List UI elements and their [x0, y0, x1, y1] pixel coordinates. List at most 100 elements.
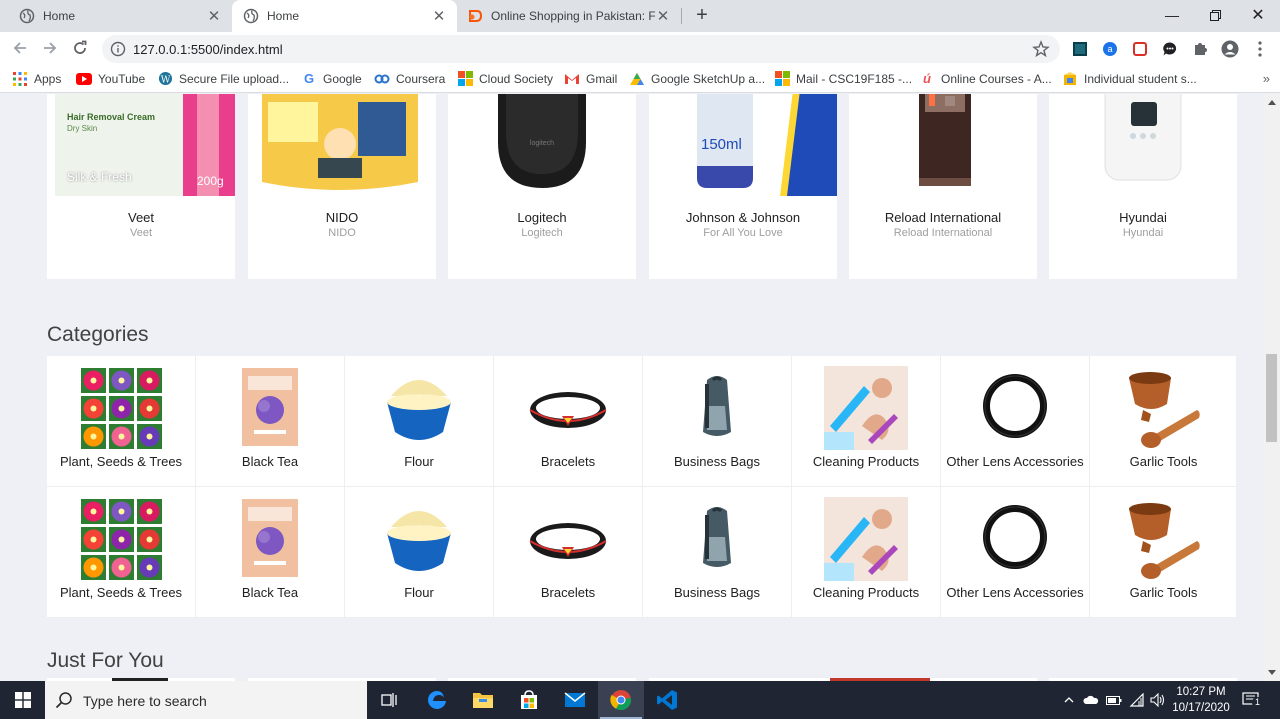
extension-a-icon[interactable]: a: [1101, 40, 1119, 58]
bookmarks-bar: Apps YouTube W Secure File upload... G G…: [0, 65, 1280, 93]
extensions-puzzle-icon[interactable]: [1191, 40, 1209, 58]
bookmark-mail-csc[interactable]: Mail - CSC19F185 -...: [774, 65, 912, 92]
onedrive-cloud-icon[interactable]: [1081, 681, 1101, 719]
bookmark-online-courses[interactable]: ú Online Courses - A...: [919, 65, 1052, 92]
profile-avatar-icon[interactable]: [1221, 40, 1239, 58]
wifi-icon[interactable]: [1127, 681, 1147, 719]
windows-start-icon[interactable]: [0, 681, 45, 719]
file-explorer-icon[interactable]: [460, 681, 506, 719]
brand-card-hyundai[interactable]: Hyundai Hyundai: [1049, 94, 1237, 279]
category-tile[interactable]: Business Bags: [643, 487, 792, 618]
edge-icon[interactable]: [414, 681, 460, 719]
brand-card-reload[interactable]: Reload International Reload Internationa…: [849, 94, 1037, 279]
veet-product-text-3: Silk & Fresh: [67, 170, 132, 184]
bookmark-youtube[interactable]: YouTube: [76, 65, 145, 92]
new-tab-plus-icon[interactable]: +: [690, 4, 714, 28]
category-tile[interactable]: Black Tea: [196, 356, 345, 487]
bookmark-label: Mail - CSC19F185 -...: [796, 71, 913, 86]
brand-image: [1049, 94, 1237, 196]
search-icon: [55, 692, 72, 709]
menu-kebab-icon[interactable]: [1251, 40, 1269, 58]
category-tile[interactable]: Business Bags: [643, 356, 792, 487]
bookmark-coursera[interactable]: Coursera: [374, 65, 445, 92]
tab-close-icon[interactable]: ✕: [655, 8, 671, 25]
tab-close-icon[interactable]: ✕: [431, 8, 447, 25]
forward-arrow-icon[interactable]: [38, 36, 62, 60]
category-tile[interactable]: Plant, Seeds & Trees: [47, 487, 196, 618]
bookmarks-overflow-chevron-icon[interactable]: »: [1263, 71, 1270, 86]
youtube-icon: [76, 71, 92, 87]
google-icon: G: [303, 71, 315, 86]
brand-name: Logitech: [517, 210, 567, 225]
bookmark-label: Coursera: [396, 71, 446, 86]
category-tile[interactable]: Plant, Seeds & Trees: [47, 356, 196, 487]
apps-grid-icon: [12, 71, 28, 87]
brand-card-veet[interactable]: Hair Removal Cream Dry Skin Silk & Fresh…: [47, 94, 235, 279]
brand-name: Johnson & Johnson: [685, 210, 801, 225]
info-icon[interactable]: [110, 41, 126, 57]
notifications-icon[interactable]: 1: [1238, 681, 1264, 719]
category-tile[interactable]: Cleaning Products: [792, 487, 941, 618]
scroll-up-arrow-icon[interactable]: [1268, 100, 1276, 105]
bookmark-sketchup[interactable]: Google SketchUp a...: [629, 65, 765, 92]
taskbar-search-box[interactable]: Type here to search: [45, 681, 367, 719]
tab-close-icon[interactable]: ✕: [206, 8, 222, 25]
category-label: Plant, Seeds & Trees: [59, 585, 183, 600]
battery-icon[interactable]: [1104, 681, 1124, 719]
chrome-icon[interactable]: [598, 681, 644, 719]
tab-daraz[interactable]: Online Shopping in Pakistan: Fas ✕: [457, 0, 681, 32]
brand-card-nido[interactable]: NIDO NIDO: [248, 94, 436, 279]
notification-count: 1: [1252, 697, 1263, 708]
task-view-icon[interactable]: [367, 681, 413, 719]
category-tile[interactable]: Garlic Tools: [1089, 487, 1238, 618]
category-tile[interactable]: Other Lens Accessories: [941, 487, 1090, 618]
category-tile[interactable]: Bracelets: [494, 356, 643, 487]
brand-image: Hair Removal Cream Dry Skin Silk & Fresh…: [47, 94, 235, 196]
category-tile[interactable]: Cleaning Products: [792, 356, 941, 487]
category-tile[interactable]: Bracelets: [494, 487, 643, 618]
mail-icon[interactable]: [552, 681, 598, 719]
bookmark-apps[interactable]: Apps: [12, 65, 61, 92]
bookmark-individual-student[interactable]: Individual student s...: [1062, 65, 1197, 92]
category-label: Other Lens Accessories: [946, 454, 1084, 469]
bookmark-label: YouTube: [98, 71, 146, 86]
bookmark-google[interactable]: G Google: [301, 65, 362, 92]
veet-product-text-1: Hair Removal Cream: [67, 112, 156, 122]
category-tile[interactable]: Flour: [345, 356, 494, 487]
back-arrow-icon[interactable]: [8, 36, 32, 60]
extension-red-icon[interactable]: [1131, 40, 1149, 58]
bookmark-secure-file-upload[interactable]: W Secure File upload...: [157, 65, 289, 92]
category-tile[interactable]: Flour: [345, 487, 494, 618]
brand-card-logitech[interactable]: logitech Logitech Logitech: [448, 94, 636, 279]
address-bar[interactable]: 127.0.0.1:5500/index.html: [102, 35, 1060, 63]
bookmark-label: Gmail: [586, 71, 618, 86]
extension-chat-icon[interactable]: [1161, 40, 1179, 58]
tray-chevron-up-icon[interactable]: [1060, 681, 1078, 719]
page-scrollbar[interactable]: [1264, 94, 1280, 681]
volume-icon[interactable]: [1148, 681, 1168, 719]
close-window-icon[interactable]: ✕: [1236, 0, 1280, 30]
category-image: [377, 366, 461, 450]
extension-square-icon[interactable]: [1071, 40, 1089, 58]
scroll-down-arrow-icon[interactable]: [1268, 670, 1276, 675]
tab-home-1[interactable]: Home ✕: [0, 0, 232, 32]
maximize-icon[interactable]: [1193, 0, 1237, 30]
category-tile[interactable]: Black Tea: [196, 487, 345, 618]
vscode-icon[interactable]: [644, 681, 690, 719]
category-label: Black Tea: [241, 585, 299, 600]
bookmark-cloud-society[interactable]: Cloud Society: [457, 65, 553, 92]
minimize-icon[interactable]: —: [1150, 0, 1194, 30]
bookmark-star-icon[interactable]: [1032, 40, 1050, 58]
bookmark-gmail[interactable]: Gmail: [564, 65, 617, 92]
taskbar-clock[interactable]: 10:27 PM 10/17/2020: [1170, 684, 1232, 716]
just-for-you-heading: Just For You: [47, 649, 164, 672]
category-tile[interactable]: Other Lens Accessories: [941, 356, 1090, 487]
category-tile[interactable]: Garlic Tools: [1089, 356, 1238, 487]
store-icon[interactable]: [506, 681, 552, 719]
reload-icon[interactable]: [68, 36, 92, 60]
brand-subtitle: Veet: [129, 227, 153, 239]
scroll-thumb[interactable]: [1266, 354, 1277, 442]
brand-card-johnson[interactable]: 150ml Johnson & Johnson For All You Love: [649, 94, 837, 279]
category-label: Business Bags: [674, 585, 760, 600]
tab-home-2[interactable]: Home ✕: [232, 0, 457, 32]
